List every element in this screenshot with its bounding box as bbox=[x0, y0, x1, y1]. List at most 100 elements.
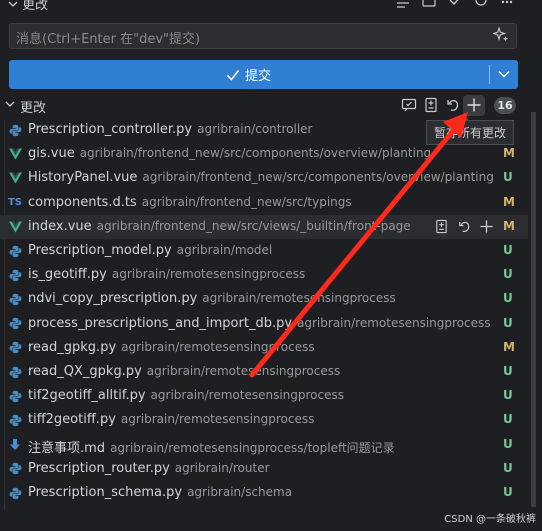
file-row[interactable]: tiff2geotiff.py agribrain/remotesensingpr… bbox=[0, 408, 528, 432]
file-label: Prescription_router.py agribrain/router bbox=[28, 461, 270, 476]
refresh-icon[interactable] bbox=[472, 0, 490, 12]
file-row[interactable]: Prescription_router.py agribrain/router U bbox=[0, 457, 528, 481]
file-status: M bbox=[503, 146, 515, 161]
stage-changes-icon[interactable] bbox=[477, 218, 495, 236]
sparkle-icon[interactable] bbox=[492, 26, 510, 44]
python-file-icon bbox=[8, 413, 22, 427]
more-icon[interactable] bbox=[498, 0, 516, 12]
file-row[interactable]: tif2geotiff_alltif.py agribrain/remotesen… bbox=[0, 384, 528, 408]
open-file-icon[interactable] bbox=[432, 218, 450, 236]
plus-icon[interactable] bbox=[465, 96, 483, 114]
vue-file-icon bbox=[8, 220, 22, 234]
file-status: U bbox=[503, 291, 513, 306]
stage-all-tooltip: 暂存所有更改 bbox=[426, 120, 515, 145]
python-file-icon bbox=[8, 123, 22, 137]
source-control-header[interactable]: 更改 bbox=[8, 0, 48, 13]
file-label: tiff2geotiff.py agribrain/remotesensingpr… bbox=[28, 412, 314, 427]
file-status: U bbox=[503, 170, 513, 185]
file-path: agribrain/frontend_new/src/components/ov… bbox=[79, 146, 432, 161]
open-file-icon[interactable] bbox=[422, 96, 440, 114]
file-path: agribrain/remotesensingprocess/topleft问题… bbox=[110, 440, 395, 455]
file-path: agribrain/frontend_new/src/views/_builti… bbox=[96, 218, 411, 233]
python-file-icon bbox=[8, 317, 22, 331]
header-title: 更改 bbox=[22, 0, 49, 13]
chevron-down-icon bbox=[8, 0, 18, 10]
file-status: M bbox=[503, 218, 515, 233]
file-label: is_geotiff.py agribrain/remotesensingproc… bbox=[28, 267, 305, 282]
file-status: M bbox=[503, 339, 515, 354]
file-row[interactable]: read_gpkg.py agribrain/remotesensingproce… bbox=[0, 336, 528, 360]
file-path: agribrain/remotesensingprocess bbox=[146, 364, 341, 378]
changes-title: 更改 bbox=[20, 101, 47, 116]
file-row[interactable]: is_geotiff.py agribrain/remotesensingproc… bbox=[0, 263, 528, 287]
file-row[interactable]: Prescription_schema.py agribrain/schema U bbox=[0, 481, 528, 505]
python-file-icon bbox=[8, 389, 22, 403]
file-row[interactable]: ndvi_copy_prescription.py agribrain/remot… bbox=[0, 287, 528, 311]
file-row[interactable]: read_QX_gpkg.py agribrain/remotesensingpr… bbox=[0, 360, 528, 384]
file-label: gis.vue agribrain/frontend_new/src/compon… bbox=[28, 146, 431, 161]
file-row[interactable]: gis.vue agribrain/frontend_new/src/compon… bbox=[0, 142, 528, 166]
file-name: tiff2geotiff.py bbox=[28, 412, 116, 428]
file-status: U bbox=[503, 243, 513, 257]
file-label: HistoryPanel.vue agribrain/frontend_new/s… bbox=[28, 170, 494, 185]
file-path: agribrain/schema bbox=[187, 485, 293, 499]
file-status: M bbox=[503, 194, 515, 209]
list-icon[interactable] bbox=[394, 0, 412, 12]
file-path: agribrain/router bbox=[174, 460, 270, 475]
file-status: U bbox=[503, 412, 513, 427]
file-row[interactable]: index.vue agribrain/frontend_new/src/view… bbox=[0, 214, 528, 239]
python-file-icon bbox=[8, 486, 22, 500]
file-row[interactable]: Prescription_model.py agribrain/model U bbox=[0, 239, 528, 263]
file-path: agribrain/model bbox=[176, 243, 273, 257]
file-path: agribrain/controller bbox=[197, 122, 313, 136]
file-name: read_QX_gpkg.py bbox=[28, 364, 142, 379]
discard-all-icon[interactable] bbox=[444, 96, 462, 114]
file-name: index.vue bbox=[28, 218, 92, 234]
file-name: Prescription_router.py bbox=[28, 460, 170, 476]
file-row[interactable]: HistoryPanel.vue agribrain/frontend_new/s… bbox=[0, 166, 528, 190]
file-label: components.d.ts agribrain/frontend_new/sr… bbox=[28, 195, 352, 210]
file-name: HistoryPanel.vue bbox=[28, 170, 138, 186]
file-path: agribrain/remotesensingprocess bbox=[111, 267, 306, 282]
file-label: index.vue agribrain/frontend_new/src/view… bbox=[28, 219, 411, 234]
python-file-icon bbox=[8, 365, 22, 379]
commit-divider bbox=[489, 65, 490, 84]
file-path: agribrain/remotesensingprocess bbox=[120, 412, 315, 427]
file-label: read_gpkg.py agribrain/remotesensingproce… bbox=[28, 340, 315, 355]
typescript-file-icon: TS bbox=[7, 197, 23, 209]
file-status: U bbox=[503, 485, 513, 499]
file-path: agribrain/remotesensingprocess bbox=[121, 339, 315, 354]
python-file-icon bbox=[8, 341, 22, 355]
file-label: 注意事项.md agribrain/remotesensingprocess/to… bbox=[28, 437, 395, 456]
comment-icon[interactable] bbox=[420, 0, 438, 12]
file-row[interactable]: 注意事项.md agribrain/remotesensingprocess/to… bbox=[0, 433, 528, 457]
file-path: agribrain/remotesensingprocess bbox=[202, 291, 396, 306]
check-icon[interactable] bbox=[446, 0, 464, 12]
commit-dropdown-chevron-icon[interactable] bbox=[494, 64, 514, 84]
file-path: agribrain/remotesensingprocess bbox=[297, 315, 491, 330]
file-row[interactable]: TS components.d.ts agribrain/frontend_new/… bbox=[0, 191, 528, 215]
python-file-icon bbox=[8, 292, 22, 306]
file-status: U bbox=[503, 460, 513, 475]
file-name: components.d.ts bbox=[28, 194, 137, 210]
file-name: gis.vue bbox=[28, 146, 75, 162]
file-label: process_prescriptions_and_import_db.py ag… bbox=[28, 316, 491, 331]
file-name: Prescription_schema.py bbox=[28, 485, 183, 500]
markdown-file-icon bbox=[8, 438, 22, 452]
file-name: Prescription_model.py bbox=[28, 243, 172, 258]
vue-file-icon bbox=[8, 147, 22, 161]
file-status: U bbox=[503, 388, 513, 403]
file-name: read_gpkg.py bbox=[28, 339, 117, 355]
python-file-icon bbox=[8, 268, 22, 282]
discard-changes-icon[interactable] bbox=[455, 218, 473, 236]
commit-message-placeholder: 消息(Ctrl+Enter 在"dev"提交) bbox=[16, 32, 201, 47]
scrollbar[interactable] bbox=[531, 112, 536, 507]
file-label: Prescription_controller.py agribrain/cont… bbox=[28, 122, 312, 137]
watermark: CSDN @一条破秋裤 bbox=[444, 514, 536, 525]
file-name: 注意事项.md bbox=[28, 440, 106, 456]
changes-collapse-chevron-icon[interactable] bbox=[3, 97, 17, 111]
commit-label-text: 提交 bbox=[245, 69, 272, 84]
open-changes-icon[interactable] bbox=[400, 96, 418, 114]
file-row[interactable]: process_prescriptions_and_import_db.py ag… bbox=[0, 312, 528, 336]
file-name: process_prescriptions_and_import_db.py bbox=[28, 315, 293, 331]
